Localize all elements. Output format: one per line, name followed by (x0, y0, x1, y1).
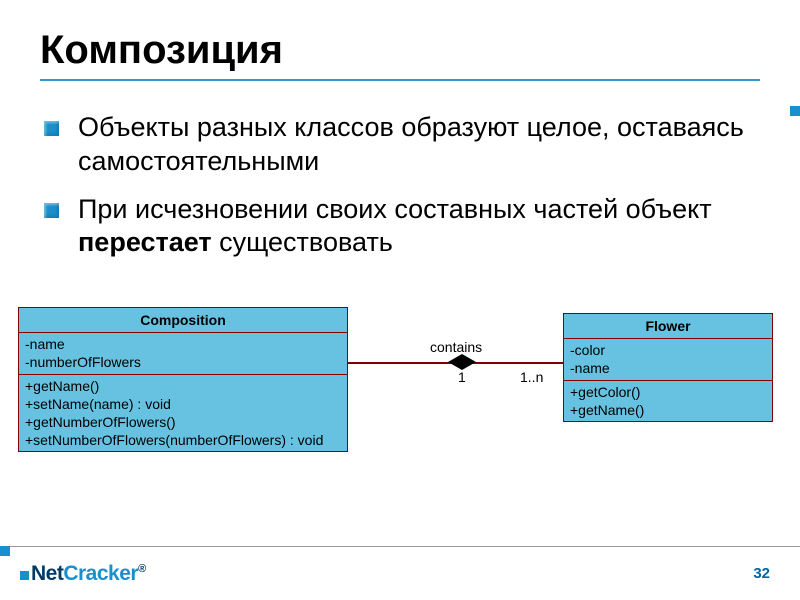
uml-class-composition: Composition -name -numberOfFlowers +getN… (18, 307, 348, 452)
relation-label: contains (430, 339, 482, 355)
uml-op: +setName(name) : void (25, 395, 341, 413)
bullet-text: Объекты разных классов образуют целое, о… (78, 112, 744, 176)
uml-op: +getNumberOfFlowers() (25, 413, 341, 431)
bullet-item: При исчезновении своих составных частей … (40, 193, 760, 261)
side-marker-icon (0, 546, 10, 556)
uml-class-flower: Flower -color -name +getColor() +getName… (563, 313, 773, 422)
bullet-text: При исчезновении своих составных частей … (78, 194, 712, 224)
uml-diagram: Composition -name -numberOfFlowers +getN… (18, 307, 778, 507)
uml-operations: +getColor() +getName() (564, 381, 772, 421)
uml-op: +getName() (25, 377, 341, 395)
uml-classname: Composition (19, 308, 347, 333)
uml-attr: -numberOfFlowers (25, 353, 341, 371)
uml-operations: +getName() +setName(name) : void +getNum… (19, 375, 347, 452)
uml-attr: -color (570, 341, 766, 359)
uml-op: +setNumberOfFlowers(numberOfFlowers) : v… (25, 431, 341, 449)
uml-attr: -name (25, 335, 341, 353)
uml-op: +getName() (570, 401, 766, 419)
side-marker-icon (790, 106, 800, 116)
uml-classname: Flower (564, 314, 772, 339)
bullet-item: Объекты разных классов образуют целое, о… (40, 111, 760, 179)
uml-attr: -name (570, 359, 766, 377)
title-underline (40, 79, 760, 81)
logo-accent: Cracker (63, 562, 138, 585)
multiplicity-right: 1..n (520, 369, 543, 385)
page-number: 32 (753, 565, 770, 582)
logo-reg: ® (138, 563, 146, 575)
logo: NetCracker® (20, 562, 146, 586)
footer: NetCracker® 32 (0, 546, 800, 600)
uml-op: +getColor() (570, 383, 766, 401)
bullet-text: существовать (212, 227, 393, 257)
uml-attributes: -name -numberOfFlowers (19, 333, 347, 374)
multiplicity-left: 1 (458, 369, 466, 385)
logo-text: Net (31, 562, 63, 585)
logo-square-icon (20, 571, 29, 580)
bullet-bold: перестает (78, 227, 212, 257)
slide-title: Композиция (40, 28, 760, 73)
bullet-list: Объекты разных классов образуют целое, о… (40, 111, 760, 260)
composition-diamond-icon (448, 354, 476, 370)
uml-attributes: -color -name (564, 339, 772, 380)
